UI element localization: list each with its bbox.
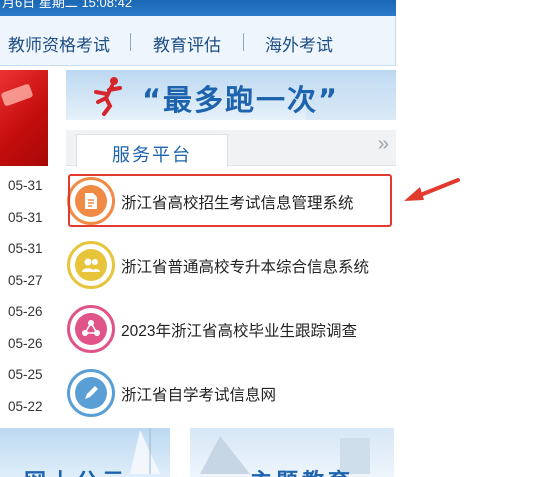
runner-icon xyxy=(94,77,122,116)
date-time-bar: 月6日 星期二 15:08:42 xyxy=(0,0,396,16)
service-platform-header: 服务平台 » xyxy=(66,130,396,167)
nav-bar: 教师资格考试 教育评估 海外考试 xyxy=(0,16,396,66)
theme-education-banner[interactable]: 主题教育 xyxy=(190,428,394,477)
date-time-text: 月6日 星期二 15:08:42 xyxy=(2,0,133,10)
nav-item-overseas-exam[interactable]: 海外考试 xyxy=(265,31,333,56)
nav-item-education-evaluation[interactable]: 教育评估 xyxy=(153,31,221,56)
service-item-label: 浙江省普通高校专升本综合信息系统 xyxy=(121,259,370,276)
service-item-graduate-survey[interactable]: 2023年浙江省高校毕业生跟踪调查 xyxy=(66,301,396,357)
news-date: 05-31 xyxy=(8,178,43,193)
news-date: 05-27 xyxy=(8,272,43,288)
service-item-self-study-exam[interactable]: 浙江省自学考试信息网 xyxy=(66,365,396,421)
nav-item-teacher-exam[interactable]: 教师资格考试 xyxy=(8,31,110,56)
users-icon xyxy=(67,241,115,289)
pen-icon xyxy=(67,369,115,417)
tab-service-platform[interactable]: 服务平台 xyxy=(76,134,228,167)
banner-ribbon xyxy=(0,83,34,107)
news-banner-image[interactable] xyxy=(0,70,48,166)
banner-slogan: “最多跑一次” xyxy=(142,83,340,117)
service-item-label: 浙江省自学考试信息网 xyxy=(121,387,277,404)
news-date: 05-26 xyxy=(8,335,43,351)
pointer-arrow-icon xyxy=(404,178,460,201)
run-once-banner[interactable]: “最多跑一次” xyxy=(66,70,396,120)
public-notice-banner[interactable]: 网上公示 xyxy=(0,428,170,477)
news-date: 05-25 xyxy=(8,367,43,382)
service-item-label: 2023年浙江省高校毕业生跟踪调查 xyxy=(121,323,357,340)
theme-education-title: 主题教育 xyxy=(250,464,354,477)
news-date: 05-22 xyxy=(8,398,43,414)
news-date-list: 05-31 05-31 05-31 05-27 05-26 05-26 05-2… xyxy=(0,168,48,420)
public-notice-title: 网上公示 xyxy=(24,464,128,477)
news-date: 05-31 xyxy=(8,209,43,225)
service-item-upgrade-system[interactable]: 浙江省普通高校专升本综合信息系统 xyxy=(66,237,396,293)
nav-divider xyxy=(243,33,244,51)
news-date: 05-31 xyxy=(8,241,43,256)
share-icon xyxy=(67,305,115,353)
highlight-box xyxy=(68,174,392,227)
more-button[interactable]: » xyxy=(378,133,389,156)
nav-divider xyxy=(130,33,131,51)
news-date: 05-26 xyxy=(8,304,43,319)
